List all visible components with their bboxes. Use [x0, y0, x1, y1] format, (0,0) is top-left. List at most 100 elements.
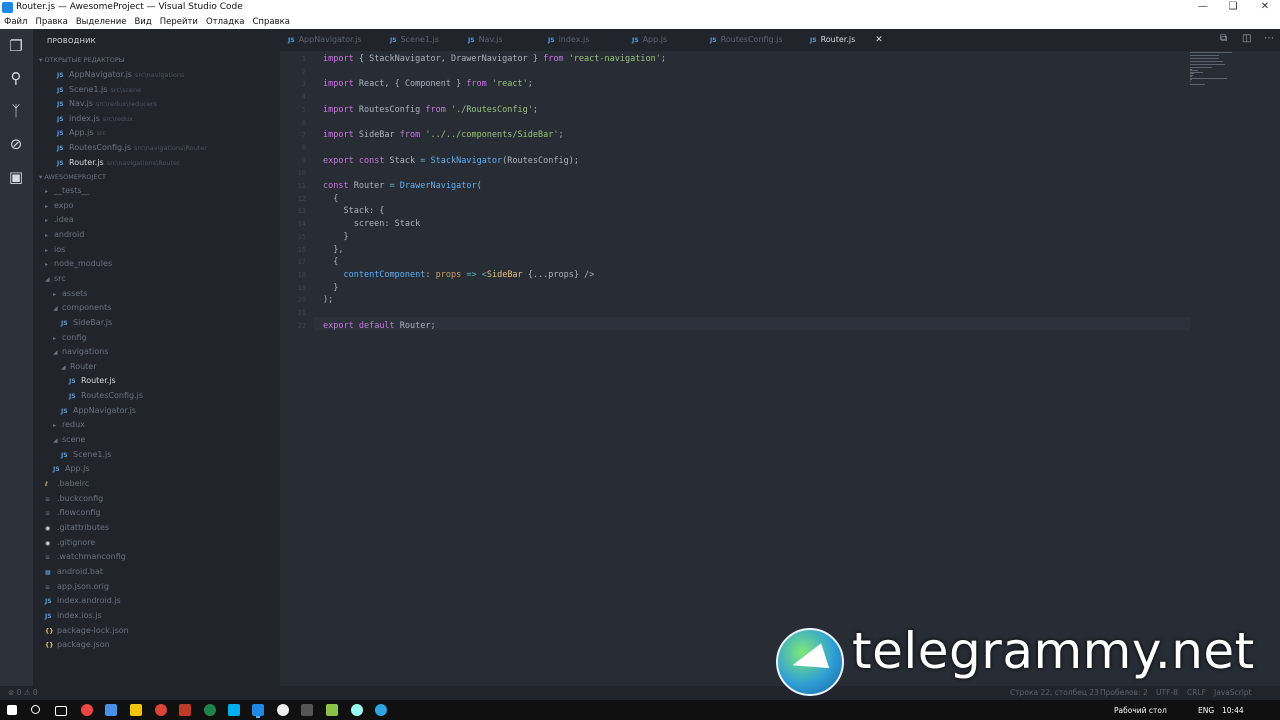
open-editor-item[interactable]: JS AppNavigator.js src\navigations [57, 68, 184, 82]
vscode-taskbar-icon[interactable] [252, 704, 264, 716]
open-editor-item[interactable]: JS Scene1.js src\scene [57, 83, 141, 97]
menu-edit[interactable]: Правка [31, 15, 71, 29]
tab-app-js[interactable]: JS App.js [632, 29, 667, 51]
tree-item[interactable]: ≡ .flowconfig [45, 506, 101, 520]
tree-item[interactable]: ▸ assets [53, 287, 87, 301]
taskbar-search-icon[interactable] [31, 705, 40, 714]
tree-item[interactable]: ▸ android [45, 228, 84, 242]
tree-item[interactable]: JS index.android.js [45, 594, 121, 608]
app-icon-3[interactable] [179, 704, 191, 716]
code-line[interactable]: import React, { Component } from 'react'… [323, 79, 533, 89]
menu-go[interactable]: Перейти [156, 15, 202, 29]
source-control-icon[interactable]: ᛉ [7, 102, 25, 120]
tree-item[interactable]: ▸ expo [45, 199, 74, 213]
tree-item[interactable]: ◢ Router [61, 360, 97, 374]
restore-icon[interactable]: ❏ [1218, 0, 1248, 15]
code-line[interactable]: { [323, 257, 338, 267]
app-icon-7[interactable] [351, 704, 363, 716]
input-language[interactable]: ENG [1198, 706, 1214, 715]
search-icon[interactable]: ⚲ [7, 69, 25, 87]
task-view-icon[interactable] [55, 706, 67, 716]
app-icon-5[interactable] [277, 704, 289, 716]
tree-item[interactable]: JS App.js [53, 462, 90, 476]
close-window-icon[interactable]: ✕ [1250, 0, 1280, 15]
tab-appnavigator-js[interactable]: JS AppNavigator.js [288, 29, 362, 51]
menu-file[interactable]: Файл [0, 15, 31, 29]
open-preview-icon[interactable]: ⧉ [1220, 33, 1227, 44]
menu-view[interactable]: Вид [130, 15, 155, 29]
tree-item[interactable]: ◢ scene [53, 433, 85, 447]
open-editor-item[interactable]: JS RoutesConfig.js src\navigations\Router [57, 141, 207, 155]
code-line[interactable]: } [323, 232, 348, 242]
code-line[interactable]: const Router = DrawerNavigator( [323, 181, 482, 191]
tree-item[interactable]: ▸ ios [45, 243, 65, 257]
code-line[interactable]: contentComponent: props => <SideBar {...… [323, 270, 594, 280]
code-line[interactable]: import { StackNavigator, DrawerNavigator… [323, 54, 666, 64]
menu-debug[interactable]: Отладка [202, 15, 249, 29]
code-line[interactable]: } [323, 283, 338, 293]
tree-item[interactable]: {} package.json [45, 638, 110, 652]
code-line[interactable]: ); [323, 295, 333, 305]
tree-item[interactable]: {} package-lock.json [45, 624, 129, 638]
tab-index-js[interactable]: JS index.js [548, 29, 589, 51]
app-icon-1[interactable] [81, 704, 93, 716]
open-editor-item[interactable]: JS Nav.js src\redux\reducers [57, 97, 157, 111]
code-line[interactable]: Stack: { [323, 206, 384, 216]
close-tab-icon[interactable]: ✕ [875, 35, 883, 45]
tab-nav-js[interactable]: JS Nav.js [468, 29, 503, 51]
telegram-taskbar-icon[interactable] [375, 704, 387, 716]
code-line[interactable]: import RoutesConfig from './RoutesConfig… [323, 105, 538, 115]
code-line[interactable]: export default Router; [323, 321, 436, 331]
tree-item[interactable]: ▸ node_modules [45, 257, 112, 271]
tree-item[interactable]: JS index.ios.js [45, 609, 102, 623]
more-actions-icon[interactable]: ⋯ [1264, 33, 1274, 44]
windows-start-icon[interactable] [7, 705, 17, 715]
tree-item[interactable]: ◉ .gitignore [45, 536, 95, 550]
tab-router-js[interactable]: JS Router.js ✕ [810, 29, 883, 51]
open-editor-item[interactable]: JS index.js src\redux [57, 112, 133, 126]
tree-item[interactable]: ▸ __tests__ [45, 184, 90, 198]
terminal-icon[interactable] [301, 704, 313, 716]
explorer-icon[interactable]: ❐ [7, 37, 25, 55]
open-editor-item[interactable]: JS Router.js src\navigations\Router [57, 156, 180, 170]
file-explorer-icon[interactable] [130, 704, 142, 716]
tree-item[interactable]: JS SideBar.js [61, 316, 112, 330]
desktop-toolbar[interactable]: Рабочий стол [1114, 706, 1167, 715]
tree-item[interactable]: ◢ src [45, 272, 66, 286]
minimize-icon[interactable]: — [1188, 0, 1218, 15]
app-icon-6[interactable] [326, 704, 338, 716]
split-editor-icon[interactable]: ◫ [1242, 33, 1251, 44]
debug-icon[interactable]: ⊘ [7, 135, 25, 153]
extensions-icon[interactable]: ▣ [7, 168, 25, 186]
code-line[interactable]: export const Stack = StackNavigator(Rout… [323, 156, 579, 166]
tree-item[interactable]: ◢ components [53, 301, 111, 315]
app-icon-2[interactable] [105, 704, 117, 716]
tree-item[interactable]: JS RoutesConfig.js [69, 389, 143, 403]
code-line[interactable]: { [323, 194, 338, 204]
tree-item[interactable]: ▸ redux [53, 418, 85, 432]
code-line[interactable]: import SideBar from '../../components/Si… [323, 130, 564, 140]
open-editors-header[interactable]: ▾ ОТКРЫТЫЕ РЕДАКТОРЫ [39, 56, 125, 64]
tab-scene1-js[interactable]: JS Scene1.js [390, 29, 439, 51]
project-header[interactable]: ▾ AWESOMEPROJECT [39, 173, 106, 181]
tree-item[interactable]: ▸ config [53, 331, 86, 345]
open-editor-item[interactable]: JS App.js src [57, 126, 106, 140]
menu-selection[interactable]: Выделение [72, 15, 131, 29]
tree-item[interactable]: ◉ .gitattributes [45, 521, 109, 535]
tree-item[interactable]: ≡ .buckconfig [45, 492, 103, 506]
code-line[interactable]: }, [323, 245, 343, 255]
code-line[interactable]: screen: Stack [323, 219, 421, 229]
problems-indicator[interactable]: ⊗ 0 ⚠ 0 [8, 688, 38, 697]
tree-item[interactable]: JS AppNavigator.js [61, 404, 136, 418]
skype-icon[interactable] [228, 704, 240, 716]
tab-routesconfig-js[interactable]: JS RoutesConfig.js [710, 29, 783, 51]
tree-item[interactable]: ≡ app.json.orig [45, 580, 109, 594]
chrome-icon[interactable] [155, 704, 167, 716]
tree-item[interactable]: ≡ .watchmanconfig [45, 550, 126, 564]
minimap[interactable] [1190, 51, 1280, 91]
tree-item[interactable]: ▸ .idea [45, 213, 74, 227]
menu-help[interactable]: Справка [248, 15, 293, 29]
tree-item[interactable]: ▦ android.bat [45, 565, 103, 579]
tree-item[interactable]: JS Scene1.js [61, 448, 111, 462]
code-editor[interactable]: 1 2 3 4 5 6 7 8 9 10 11 12 13 14 15 16 17 18 19 20 21 22 impo… [280, 51, 1280, 686]
